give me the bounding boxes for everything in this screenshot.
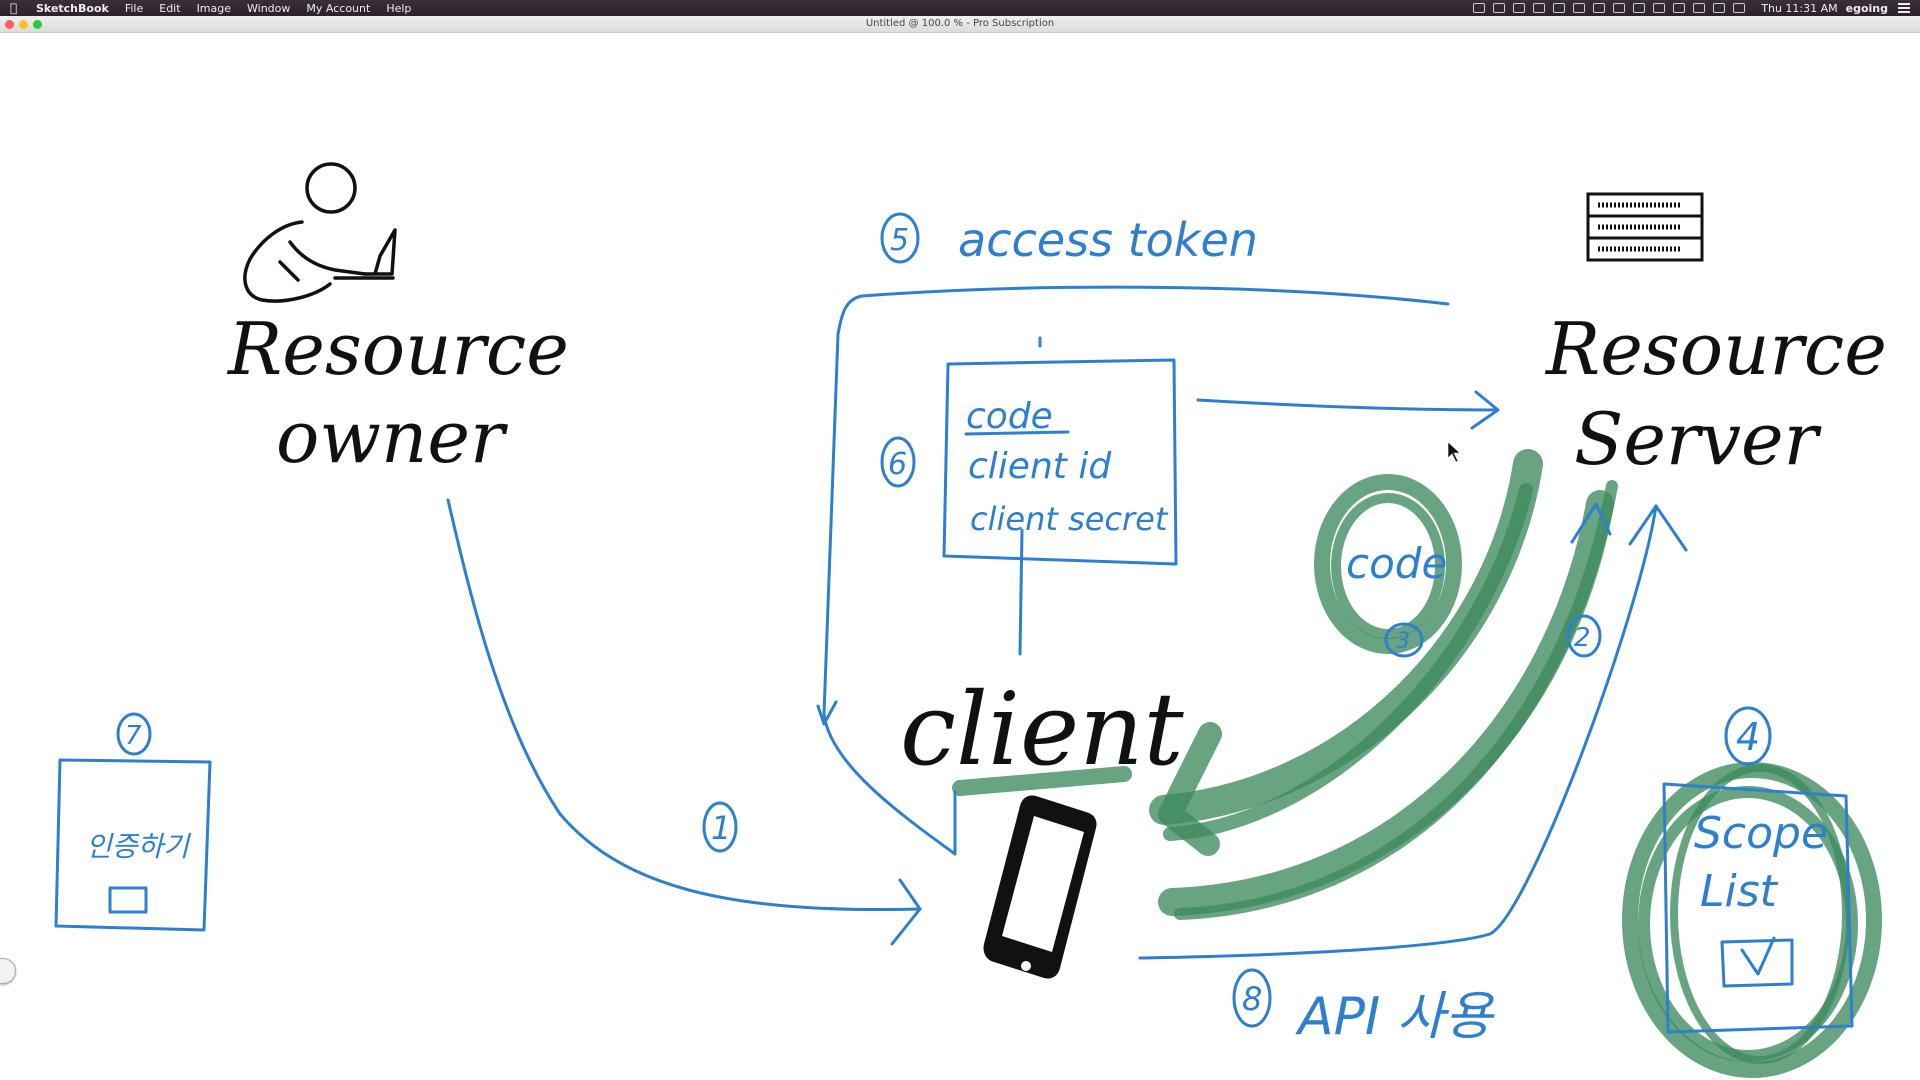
- battery-icon[interactable]: [1713, 3, 1726, 13]
- tray-headphones-icon[interactable]: [1513, 3, 1526, 13]
- menu-file[interactable]: File: [125, 2, 143, 15]
- tray-dropbox-icon[interactable]: [1493, 3, 1506, 13]
- step-1-marker: 1: [711, 809, 731, 847]
- user-name[interactable]: egoing: [1846, 2, 1888, 15]
- menu-app-name[interactable]: SketchBook: [36, 2, 109, 15]
- menu-window[interactable]: Window: [247, 2, 290, 15]
- tray-bluetooth-icon[interactable]: [1633, 3, 1646, 13]
- step-7-marker: 7: [125, 721, 142, 751]
- window-title-bar: Untitled @ 100.0 % - Pro Subscription: [0, 16, 1920, 33]
- credentials-code-label: code: [966, 396, 1053, 437]
- scope-label: Scope: [1694, 808, 1828, 859]
- mouse-cursor-icon: [1447, 441, 1461, 463]
- code-circle-label: code: [1346, 539, 1447, 588]
- resource-server-label-1: Resource: [1544, 307, 1887, 391]
- credentials-client-id-label: client id: [968, 446, 1112, 487]
- resource-server-label-2: Server: [1574, 397, 1822, 481]
- resource-owner-label-2: owner: [276, 395, 508, 479]
- step-8-marker: 8: [1242, 980, 1262, 1018]
- step-6-marker: 6: [888, 447, 907, 482]
- menu-edit[interactable]: Edit: [159, 2, 180, 15]
- api-call-label: API 사용: [1295, 987, 1496, 1047]
- clock[interactable]: Thu 11:31 AM: [1761, 2, 1837, 15]
- tray-sync-icon[interactable]: [1593, 3, 1606, 13]
- list-label: List: [1700, 866, 1779, 917]
- server-rack-icon: [1586, 192, 1704, 262]
- credentials-client-secret-label: client secret: [970, 500, 1169, 538]
- status-tray: Thu 11:31 AM egoing: [1473, 2, 1910, 15]
- menu-my-account[interactable]: My Account: [306, 2, 370, 15]
- macos-menu-bar:  SketchBook File Edit Image Window My A…: [0, 0, 1920, 16]
- volume-icon[interactable]: [1693, 3, 1706, 13]
- login-box-label: 인증하기: [86, 830, 191, 863]
- apple-icon[interactable]: : [10, 2, 22, 14]
- step-2-marker: 2: [1574, 623, 1591, 653]
- step-5-marker: 5: [890, 223, 909, 258]
- smartphone-icon: [983, 795, 1097, 979]
- sketch-drawing: Resource owner Resource Server client co…: [54, 162, 1887, 1078]
- menu-help[interactable]: Help: [386, 2, 411, 15]
- person-laptop-icon: [243, 162, 397, 303]
- menu-image[interactable]: Image: [197, 2, 231, 15]
- drawing-canvas[interactable]: Resource owner Resource Server client co…: [0, 34, 1920, 1080]
- flag-input-icon[interactable]: [1733, 3, 1746, 13]
- access-token-label: access token: [958, 213, 1258, 267]
- client-label: client: [900, 671, 1185, 788]
- tray-app2-icon[interactable]: [1573, 3, 1586, 13]
- tray-app-icon[interactable]: [1473, 3, 1486, 13]
- tray-info-icon[interactable]: [1613, 3, 1626, 13]
- search-icon[interactable]: [1673, 3, 1686, 13]
- step-3-marker: 3: [1396, 629, 1410, 654]
- wifi-icon[interactable]: [1653, 3, 1666, 13]
- resource-owner-label-1: Resource: [226, 307, 569, 391]
- step-4-marker: 4: [1736, 715, 1760, 759]
- notification-center-icon[interactable]: [1898, 3, 1910, 13]
- tray-screen-record-icon[interactable]: [1533, 3, 1546, 13]
- window-title: Untitled @ 100.0 % - Pro Subscription: [865, 18, 1055, 29]
- tray-evernote-icon[interactable]: [1553, 3, 1566, 13]
